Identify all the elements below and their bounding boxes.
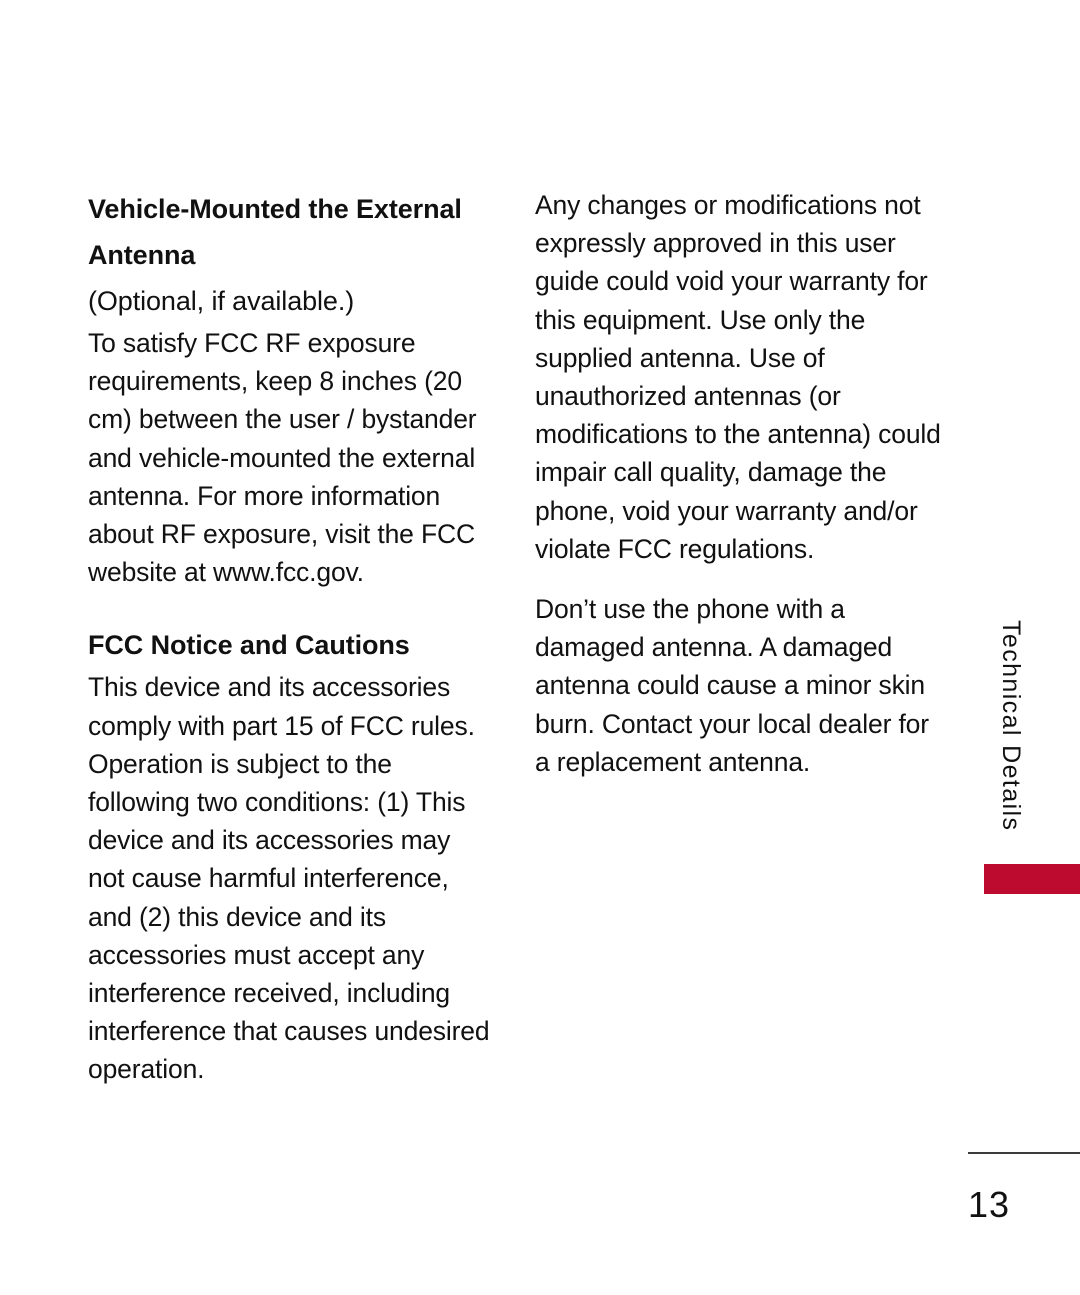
footer-divider-rule	[968, 1152, 1080, 1154]
left-text-column: Vehicle-Mounted the External Antenna (Op…	[88, 186, 490, 1089]
paragraph-fcc-part-15-compliance: This device and its accessories comply w…	[88, 672, 490, 1085]
page-number: 13	[968, 1184, 1011, 1225]
section-heading-vehicle-mounted-antenna: Vehicle-Mounted the External Antenna	[88, 194, 462, 270]
document-page: Vehicle-Mounted the External Antenna (Op…	[0, 0, 1080, 1295]
paragraph-fcc-rf-exposure: To satisfy FCC RF exposure requirements,…	[88, 328, 477, 588]
paragraph-damaged-antenna-warning: Don’t use the phone with a damaged anten…	[535, 594, 929, 777]
right-text-column: Any changes or modifications not express…	[535, 186, 950, 781]
side-tab-accent-block	[984, 864, 1080, 894]
paragraph-unauthorized-modifications: Any changes or modifications not express…	[535, 190, 941, 564]
section-heading-fcc-notice-and-cautions: FCC Notice and Cautions	[88, 630, 410, 661]
subheading-optional-if-available: (Optional, if available.)	[88, 286, 355, 316]
side-tab-label-technical-details: Technical Details	[997, 620, 1025, 832]
